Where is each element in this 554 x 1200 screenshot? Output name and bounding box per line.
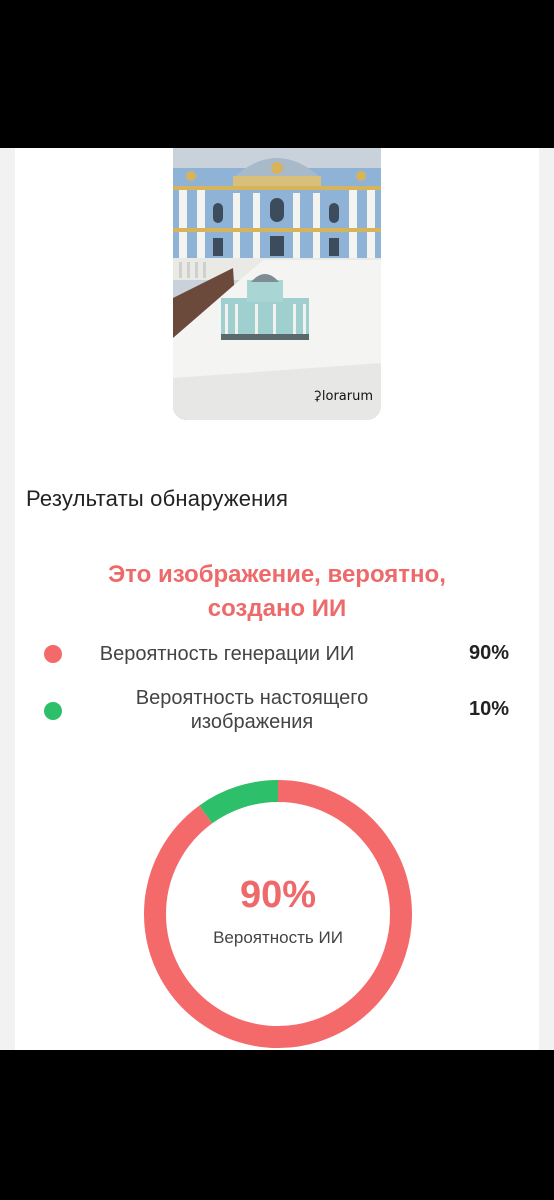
donut-center: 90% Вероятность ИИ — [142, 778, 414, 1050]
watermark: ⚳lorarum — [312, 389, 373, 404]
analyzed-image[interactable]: ⚳lorarum — [173, 148, 381, 420]
verdict-text: Это изображение, вероятно, создано ИИ — [15, 558, 539, 626]
navigation-bar-area — [0, 1050, 554, 1200]
status-bar-area — [0, 0, 554, 148]
donut-center-value: 90% — [239, 874, 317, 916]
ai-probability-row: Вероятность генерации ИИ 90% — [15, 628, 539, 678]
section-title: Результаты обнаружения — [26, 486, 289, 511]
real-legend-dot — [44, 702, 62, 720]
real-probability-label: Вероятность настоящего изображения — [102, 686, 402, 734]
real-probability-label-line-2: изображения — [190, 711, 314, 733]
donut-chart: 90% Вероятность ИИ — [142, 778, 414, 1050]
verdict-line-1: Это изображение, вероятно, — [108, 561, 446, 588]
watermark-text: lorarum — [321, 389, 373, 404]
results-card: ⚳lorarum Результаты обнаружения Это изоб… — [15, 148, 539, 1050]
ai-legend-dot — [44, 645, 62, 663]
real-probability-label-line-1: Вероятность настоящего — [135, 687, 369, 709]
real-probability-value: 10% — [468, 698, 509, 720]
verdict-line-2: создано ИИ — [207, 595, 347, 622]
ai-probability-value: 90% — [468, 642, 509, 664]
florarum-logo-icon: ⚳ — [312, 389, 322, 404]
donut-center-label: Вероятность ИИ — [213, 928, 343, 947]
ai-probability-label: Вероятность генерации ИИ — [99, 643, 355, 665]
real-probability-row: Вероятность настоящего изображения 10% — [15, 680, 539, 733]
app-screen: ⚳lorarum Результаты обнаружения Это изоб… — [0, 148, 554, 1050]
palace-photo — [173, 148, 381, 420]
